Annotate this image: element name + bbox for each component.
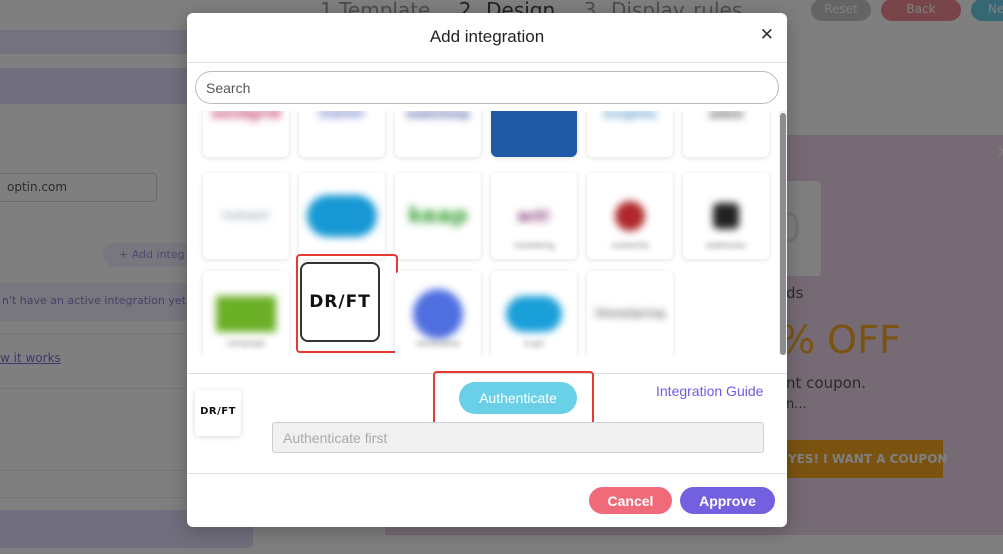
integration-tile[interactable]: hubspot (203, 173, 289, 259)
integration-tile[interactable]: e-goi (491, 271, 577, 355)
drift-logo: DR/FT (309, 292, 371, 312)
drift-logo: DR/FT (200, 406, 236, 417)
modal-header: Add integration ✕ (187, 13, 787, 63)
modal-title: Add integration (429, 27, 545, 46)
integration-tile[interactable]: ontra (683, 111, 769, 157)
integration-tile[interactable] (491, 111, 577, 157)
integration-guide-link[interactable]: Integration Guide (656, 383, 763, 399)
integration-tile[interactable]: SharpSpring (587, 271, 673, 355)
authentication-field[interactable] (272, 422, 764, 453)
integration-tile[interactable]: mailchimp (395, 111, 481, 157)
integration-tile[interactable]: sendgrid (203, 111, 289, 157)
integration-grid: sendgrid mailer mailchimp insightly ontr… (195, 111, 779, 355)
close-icon[interactable]: ✕ (760, 25, 774, 45)
integration-tile[interactable]: insightly (587, 111, 673, 157)
integration-tile[interactable]: campaign (203, 271, 289, 355)
integration-tile[interactable] (299, 173, 385, 259)
integration-tile[interactable]: webhooks (683, 173, 769, 259)
integration-tile[interactable]: mailer (299, 111, 385, 157)
cancel-button[interactable]: Cancel (589, 487, 672, 514)
drift-integration-tile[interactable]: DR/FT (300, 262, 380, 342)
integration-tile[interactable]: keap (395, 173, 481, 259)
integration-tile[interactable]: act! marketing (491, 173, 577, 259)
selected-integration-logo: DR/FT (195, 390, 241, 436)
search-input[interactable] (195, 71, 779, 104)
scrollbar[interactable] (779, 111, 787, 355)
integration-tile[interactable]: sendinblue (395, 271, 481, 355)
integration-tile[interactable]: mailerlite (587, 173, 673, 259)
divider (187, 473, 787, 474)
scrollbar-thumb[interactable] (780, 113, 786, 355)
add-integration-modal: Add integration ✕ sendgrid mailer mailch… (187, 13, 787, 527)
approve-button[interactable]: Approve (680, 487, 775, 514)
authenticate-button[interactable]: Authenticate (459, 382, 577, 414)
